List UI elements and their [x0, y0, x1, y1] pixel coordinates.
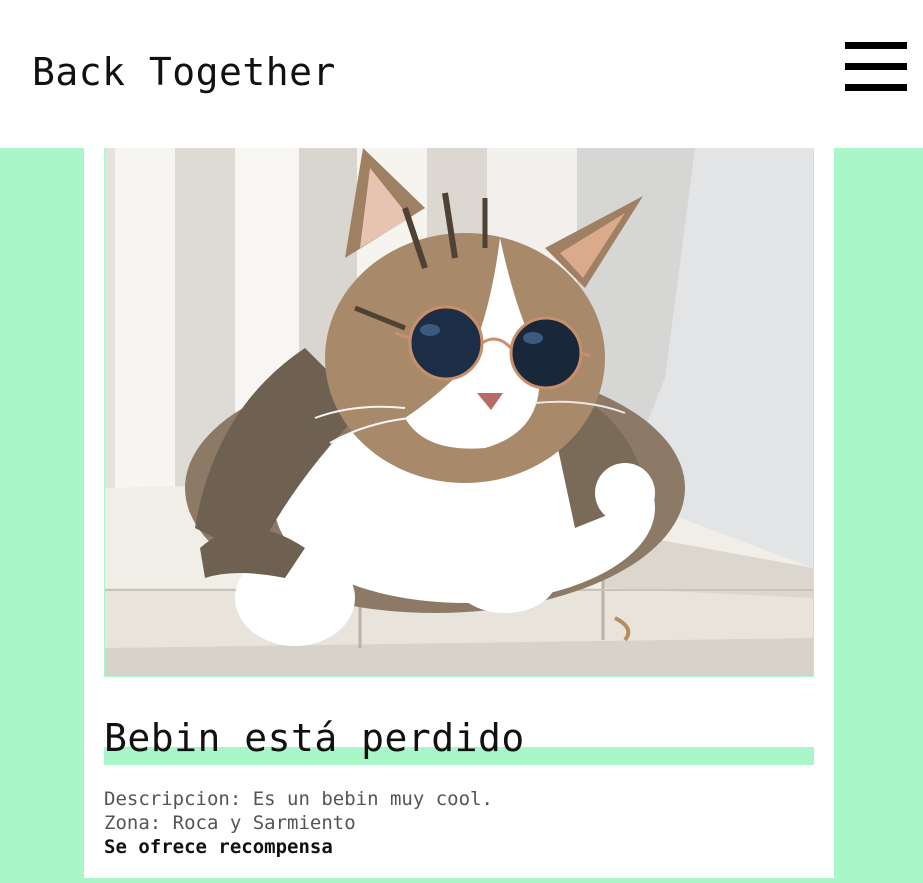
post-zone: Zona: Roca y Sarmiento: [104, 812, 356, 834]
menu-bar: [845, 84, 907, 91]
menu-bar: [845, 63, 907, 70]
hamburger-menu-icon[interactable]: [845, 42, 907, 92]
post-description: Descripcion: Es un bebin muy cool.: [104, 788, 493, 810]
site-logo[interactable]: Back Together: [32, 50, 336, 94]
menu-bar: [845, 42, 907, 49]
lost-pet-card: Bebin está perdido Descripcion: Es un be…: [84, 148, 834, 878]
post-info: Descripcion: Es un bebin muy cool. Zona:…: [104, 787, 493, 859]
post-title: Bebin está perdido: [104, 716, 525, 760]
cat-illustration: [105, 148, 813, 676]
pet-photo: [104, 148, 814, 677]
post-title-wrap: Bebin está perdido: [104, 716, 814, 768]
site-header: Back Together: [0, 0, 923, 148]
post-reward: Se ofrece recompensa: [104, 836, 333, 858]
